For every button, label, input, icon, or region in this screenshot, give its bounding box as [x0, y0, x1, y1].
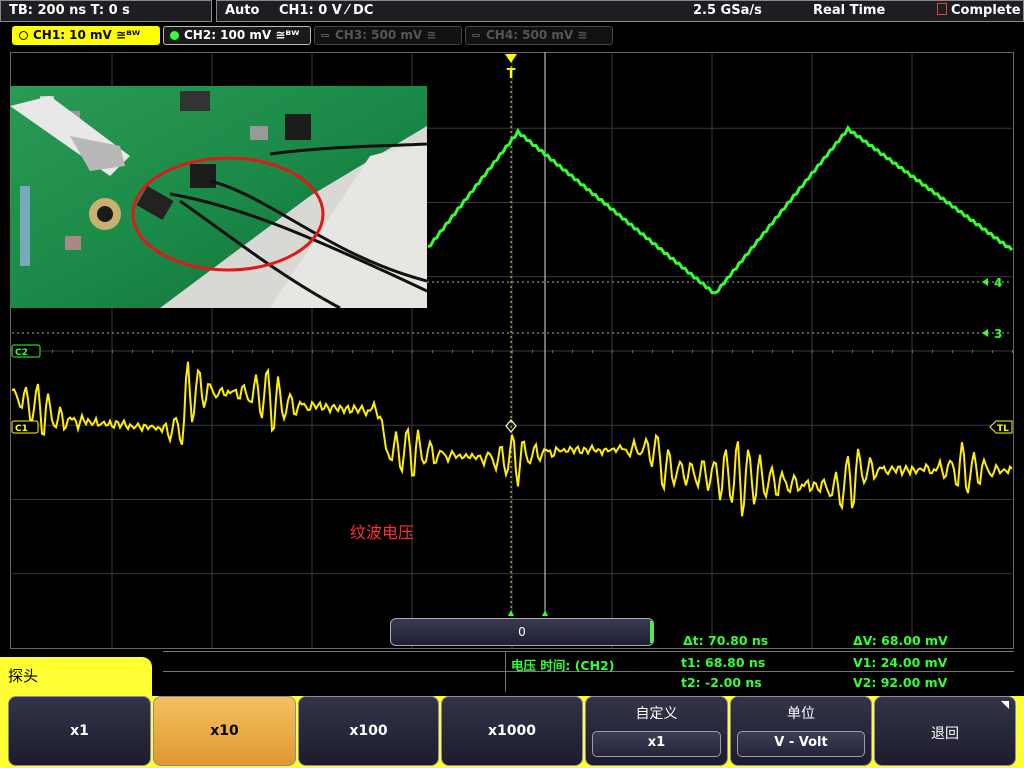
custom-probe-value: x1	[592, 731, 721, 757]
probe-x1000-label: x1000	[488, 723, 536, 739]
unit-title: 单位	[787, 706, 815, 722]
unit-button[interactable]: 单位 V - Volt	[730, 696, 872, 766]
zoom-position-thumb	[650, 621, 653, 643]
channel-2-waveform	[427, 124, 1014, 295]
cursor-measurement-panel: 电压 时间: (CH2) Δt: 70.80 ns ΔV: 68.00 mV t…	[163, 633, 1014, 692]
measurement-v2: V2: 92.00 mV	[853, 675, 948, 690]
softkey-bar: x1 x10 x100 x1000 自定义 x1 单位 V - Volt 退回	[0, 696, 1024, 768]
reference-4-label: 4	[994, 276, 1002, 290]
menu-corner-icon	[1001, 701, 1009, 709]
probe-x100-button[interactable]: x100	[298, 696, 439, 766]
back-label: 退回	[931, 726, 959, 742]
probe-x100-label: x100	[349, 723, 388, 739]
measurement-delta-v: ΔV: 68.00 mV	[853, 633, 948, 648]
zoom-position-value: 0	[518, 625, 526, 639]
measurement-title: 电压 时间: (CH2)	[511, 658, 615, 673]
probe-x1000-button[interactable]: x1000	[441, 696, 583, 766]
probe-x1-button[interactable]: x1	[8, 696, 151, 766]
measurement-delta-t: Δt: 70.80 ns	[683, 633, 769, 648]
pcb-photo-illustration	[10, 86, 427, 308]
back-button[interactable]: 退回	[874, 696, 1016, 766]
probe-x10-button[interactable]: x10	[153, 696, 296, 766]
unit-value: V - Volt	[737, 731, 865, 757]
probe-x10-label: x10	[210, 723, 239, 739]
reference-4-icon	[982, 278, 988, 286]
cursor-t1-handle-icon[interactable]	[542, 610, 548, 616]
reference-3-icon	[982, 329, 988, 337]
trigger-position-icon[interactable]	[505, 54, 517, 63]
trigger-marker-label: T	[507, 67, 516, 82]
custom-probe-button[interactable]: 自定义 x1	[585, 696, 728, 766]
channel-2-ground-label: C2	[15, 348, 28, 358]
cursor-t2-handle-icon[interactable]	[508, 610, 514, 616]
softkey-menu-title: 探头	[0, 657, 152, 697]
custom-probe-title: 自定义	[635, 706, 678, 722]
measurement-v1: V1: 24.00 mV	[853, 655, 948, 670]
reference-3-label: 3	[994, 327, 1002, 341]
measurement-t2: t2: -2.00 ns	[681, 675, 762, 690]
measurement-t1: t1: 68.80 ns	[681, 655, 766, 670]
probe-x1-label: x1	[70, 723, 89, 739]
ripple-voltage-annotation: 纹波电压	[350, 523, 415, 542]
trigger-level-label: TL	[997, 424, 1009, 434]
channel-1-ground-label: C1	[15, 424, 28, 434]
zoom-position-field[interactable]: 0	[390, 618, 654, 646]
pcb-photo-inset	[10, 86, 427, 308]
